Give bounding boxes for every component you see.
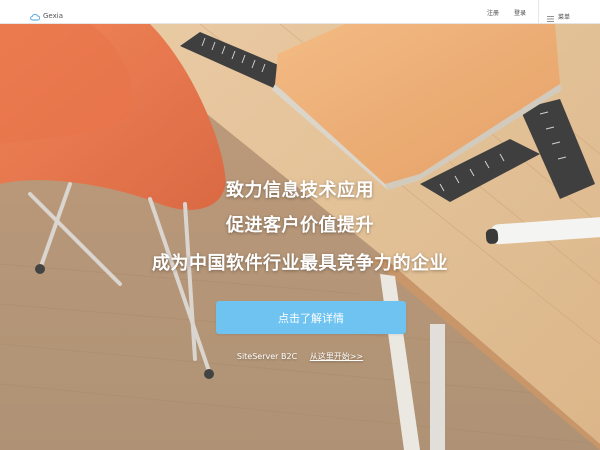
hero-headline-line-1: 致力信息技术应用: [226, 180, 374, 201]
hamburger-icon: [547, 7, 554, 26]
product-name: SiteServer B2C: [236, 352, 298, 361]
login-link[interactable]: 登录: [514, 8, 526, 17]
menu-label: 菜单: [558, 14, 571, 21]
hero-headline-line-3: 成为中国软件行业最具竞争力的企业: [152, 253, 448, 274]
menu-button[interactable]: 菜单: [547, 7, 570, 26]
hero-banner: 致力信息技术应用 促进客户价值提升 成为中国软件行业最具竞争力的企业 点击了解详…: [0, 24, 600, 450]
hero-headline-line-2: 促进客户价值提升: [226, 215, 374, 236]
start-here-link[interactable]: 从这里开始>>: [310, 352, 363, 361]
hero-background-photo: [0, 24, 600, 450]
cloud-icon: [30, 6, 41, 25]
register-link[interactable]: 注册: [487, 8, 499, 17]
navbar-divider: [538, 0, 539, 24]
learn-more-button[interactable]: 点击了解详情: [216, 301, 406, 334]
brand-logo[interactable]: Gexia: [30, 6, 63, 25]
hero-sub-row: SiteServer B2C 从这里开始>>: [0, 351, 600, 362]
brand-name: Gexia: [43, 11, 63, 20]
top-navbar: Gexia 注册 登录 菜单: [0, 0, 600, 24]
